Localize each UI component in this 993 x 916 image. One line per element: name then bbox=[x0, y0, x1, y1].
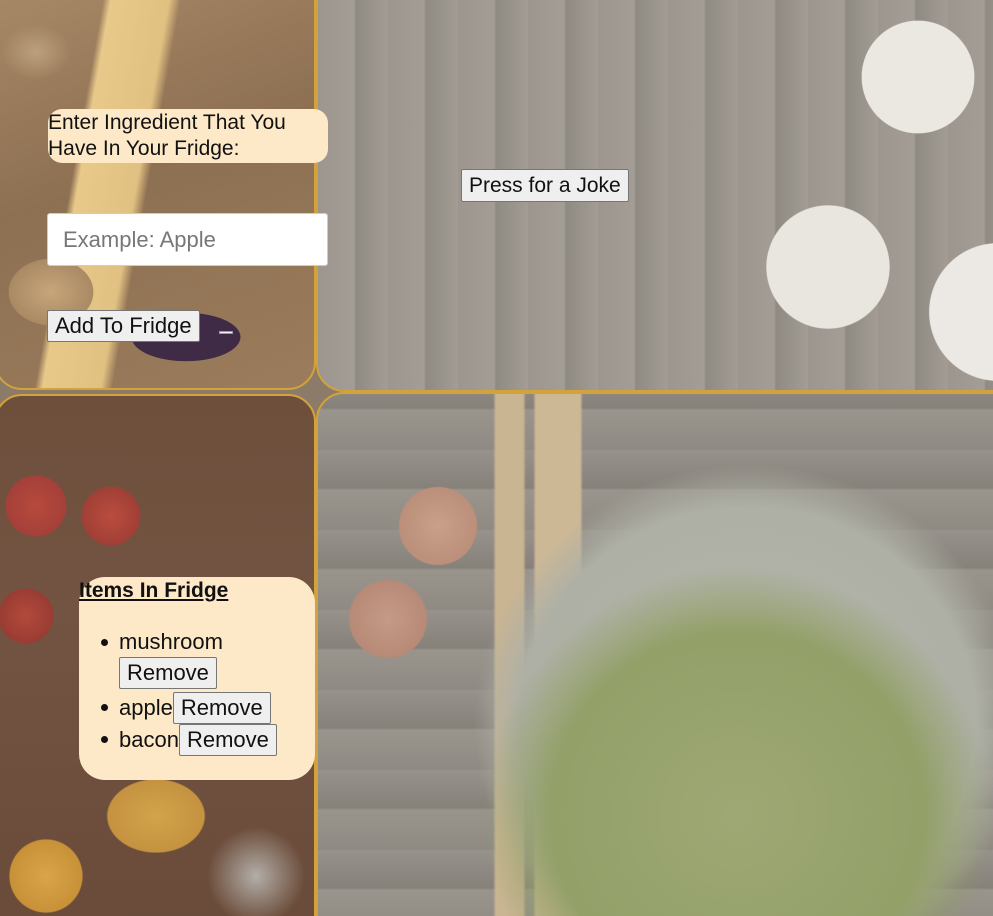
panel-bottom-right-background bbox=[316, 392, 993, 916]
fridge-item-name: apple bbox=[119, 695, 173, 720]
joke-button[interactable]: Press for a Joke bbox=[461, 169, 629, 202]
ingredient-input[interactable] bbox=[47, 213, 328, 266]
remove-mushroom-button[interactable]: Remove bbox=[119, 657, 217, 689]
remove-bacon-button[interactable]: Remove bbox=[178, 724, 277, 756]
panel-top-right-background bbox=[316, 0, 993, 392]
fridge-list-title: Items In Fridge bbox=[79, 579, 229, 602]
fridge-item-bacon: bacon Remove bbox=[97, 724, 307, 756]
fridge-item-name: bacon bbox=[119, 727, 179, 752]
fridge-item-name: mushroom bbox=[119, 629, 223, 654]
ingredient-prompt-label: Enter Ingredient That You Have In Your F… bbox=[48, 109, 328, 163]
fridge-item-apple: apple Remove bbox=[97, 692, 307, 724]
fridge-item-list: mushroom Remove apple Remove bacon Remove bbox=[97, 627, 307, 756]
fridge-list-card: Items In Fridge mushroom Remove apple Rem… bbox=[79, 577, 315, 780]
small-dash-control[interactable] bbox=[219, 331, 233, 334]
fridge-item-mushroom: mushroom Remove bbox=[97, 627, 307, 689]
remove-apple-button[interactable]: Remove bbox=[172, 692, 271, 724]
fridge-app: Enter Ingredient That You Have In Your F… bbox=[0, 0, 993, 916]
add-to-fridge-button[interactable]: Add To Fridge bbox=[47, 310, 200, 342]
